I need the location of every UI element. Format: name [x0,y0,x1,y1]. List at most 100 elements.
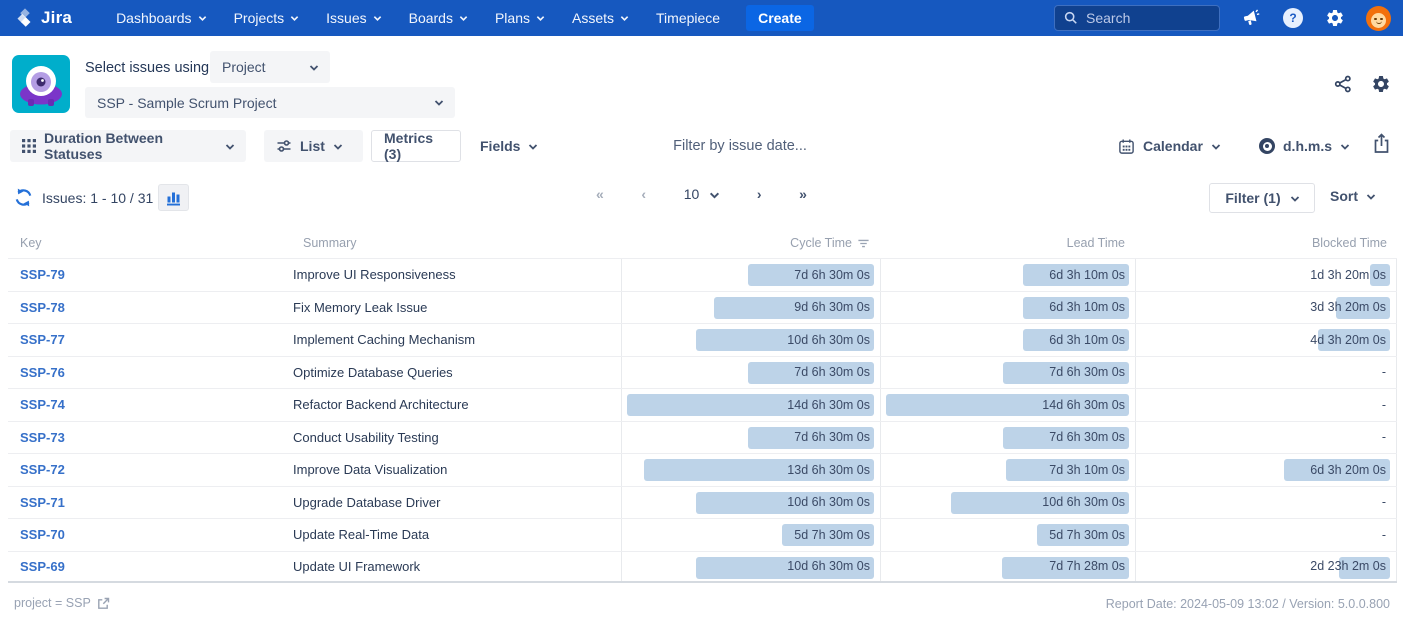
issue-key-cell: SSP-74 [8,389,293,421]
issue-source-select[interactable]: Project [210,51,330,83]
nav-item-dashboards[interactable]: Dashboards [116,10,207,26]
issue-key-link[interactable]: SSP-70 [20,527,65,542]
issue-key-cell: SSP-69 [8,552,293,582]
table-row: SSP-70Update Real-Time Data5d 7h 30m 0s5… [8,518,1397,551]
report-settings-icon[interactable] [1371,74,1391,94]
lead-time-cell: 6d 3h 10m 0s [880,259,1135,291]
issue-summary-cell: Fix Memory Leak Issue [293,292,621,324]
search-icon [1064,11,1078,25]
issue-key-cell: SSP-77 [8,324,293,356]
cycle-time-cell: 7d 6h 30m 0s [621,259,880,291]
nav-item-projects[interactable]: Projects [234,10,300,26]
blocked-time-cell: 2d 23h 2m 0s [1135,552,1397,582]
col-header-blocked-time[interactable]: Blocked Time [1135,236,1397,250]
blocked-time-cell: - [1135,487,1397,519]
share-icon[interactable] [1333,74,1353,94]
nav-item-assets[interactable]: Assets [572,10,629,26]
chevron-down-icon [536,14,545,23]
issue-summary-cell: Conduct Usability Testing [293,422,621,454]
announcements-icon[interactable] [1240,7,1262,29]
chart-view-button[interactable] [158,184,189,211]
issue-key-link[interactable]: SSP-72 [20,462,65,477]
table-header: Key Summary Cycle Time Lead Time Blocked… [8,228,1397,258]
issue-key-link[interactable]: SSP-69 [20,559,65,574]
report-type-select[interactable]: Duration Between Statuses [10,130,246,162]
calendar-icon [1118,138,1135,155]
lead-time-value: 5d 7h 30m 0s [1049,519,1125,551]
cycle-time-cell: 13d 6h 30m 0s [621,454,880,486]
issue-key-link[interactable]: SSP-71 [20,495,65,510]
issues-bar: Issues: 1 - 10 / 31 « ‹ 10 › » Filter (1… [0,183,1403,215]
issue-key-link[interactable]: SSP-74 [20,397,65,412]
table-row: SSP-69Update UI Framework10d 6h 30m 0s7d… [8,551,1397,584]
help-icon[interactable]: ? [1282,7,1304,29]
next-page-button[interactable]: › [757,186,761,202]
column-filter-icon[interactable] [857,237,870,250]
issue-key-cell: SSP-72 [8,454,293,486]
external-link-icon[interactable] [97,597,110,610]
search-input[interactable] [1086,10,1206,26]
nav-item-issues[interactable]: Issues [326,10,381,26]
nav-item-plans[interactable]: Plans [495,10,545,26]
issue-key-cell: SSP-76 [8,357,293,389]
settings-icon[interactable] [1324,7,1346,29]
chevron-down-icon [198,14,207,23]
chevron-down-icon [333,142,342,151]
cycle-time-cell: 7d 6h 30m 0s [621,422,880,454]
time-format-select[interactable]: d.h.m.s [1247,130,1361,162]
chevron-down-icon [434,98,443,107]
calendar-select[interactable]: Calendar [1106,130,1232,162]
col-header-key[interactable]: Key [8,236,293,250]
issue-key-link[interactable]: SSP-73 [20,430,65,445]
col-header-lead-time[interactable]: Lead Time [880,236,1135,250]
issue-key-cell: SSP-71 [8,487,293,519]
search-box[interactable] [1054,5,1220,31]
lead-time-cell: 14d 6h 30m 0s [880,389,1135,421]
blocked-time-cell: - [1135,519,1397,551]
table-row: SSP-71Upgrade Database Driver10d 6h 30m … [8,486,1397,519]
metrics-button[interactable]: Metrics (3) [371,130,461,162]
first-page-button[interactable]: « [596,186,603,202]
last-page-button[interactable]: » [799,186,806,202]
lead-time-value: 6d 3h 10m 0s [1049,259,1125,291]
filter-button[interactable]: Filter (1) [1209,183,1315,213]
cycle-time-cell: 14d 6h 30m 0s [621,389,880,421]
create-button[interactable]: Create [746,5,814,31]
duration-format-icon [1259,138,1275,154]
sort-button[interactable]: Sort [1330,188,1375,204]
nav-item-boards[interactable]: Boards [409,10,468,26]
chevron-down-icon [1340,142,1349,151]
jira-logo[interactable]: Jira [14,7,72,29]
nav-menu: Dashboards Projects Issues Boards Plans … [116,10,720,26]
chevron-down-icon [373,14,382,23]
project-select[interactable]: SSP - Sample Scrum Project [85,87,455,118]
user-avatar[interactable] [1366,6,1391,31]
blocked-time-cell: - [1135,357,1397,389]
cycle-time-value: 10d 6h 30m 0s [787,324,870,356]
issue-key-link[interactable]: SSP-77 [20,332,65,347]
lead-time-value: 14d 6h 30m 0s [1042,389,1125,421]
issue-key-link[interactable]: SSP-79 [20,267,65,282]
view-mode-select[interactable]: List [264,130,363,162]
blocked-time-value: 1d 3h 20m 0s [1310,259,1386,291]
cycle-time-cell: 10d 6h 30m 0s [621,487,880,519]
cycle-time-cell: 10d 6h 30m 0s [621,324,880,356]
fields-select[interactable]: Fields [474,130,543,162]
col-header-cycle-time[interactable]: Cycle Time [621,236,880,250]
issue-key-cell: SSP-78 [8,292,293,324]
cycle-time-value: 7d 6h 30m 0s [794,422,870,454]
issue-key-link[interactable]: SSP-76 [20,365,65,380]
issue-key-cell: SSP-70 [8,519,293,551]
issue-key-link[interactable]: SSP-78 [20,300,65,315]
app-root: Jira Dashboards Projects Issues Boards P… [0,0,1403,621]
col-header-summary[interactable]: Summary [293,236,621,250]
blocked-time-value: - [1382,519,1386,551]
nav-item-timepiece[interactable]: Timepiece [656,10,720,26]
page-size-select[interactable]: 10 [684,186,719,202]
sliders-icon [276,138,292,154]
cycle-time-value: 14d 6h 30m 0s [787,389,870,421]
issue-date-filter-input[interactable] [600,130,880,162]
prev-page-button[interactable]: ‹ [641,186,645,202]
refresh-icon[interactable] [13,187,34,208]
export-icon[interactable] [1372,133,1391,154]
